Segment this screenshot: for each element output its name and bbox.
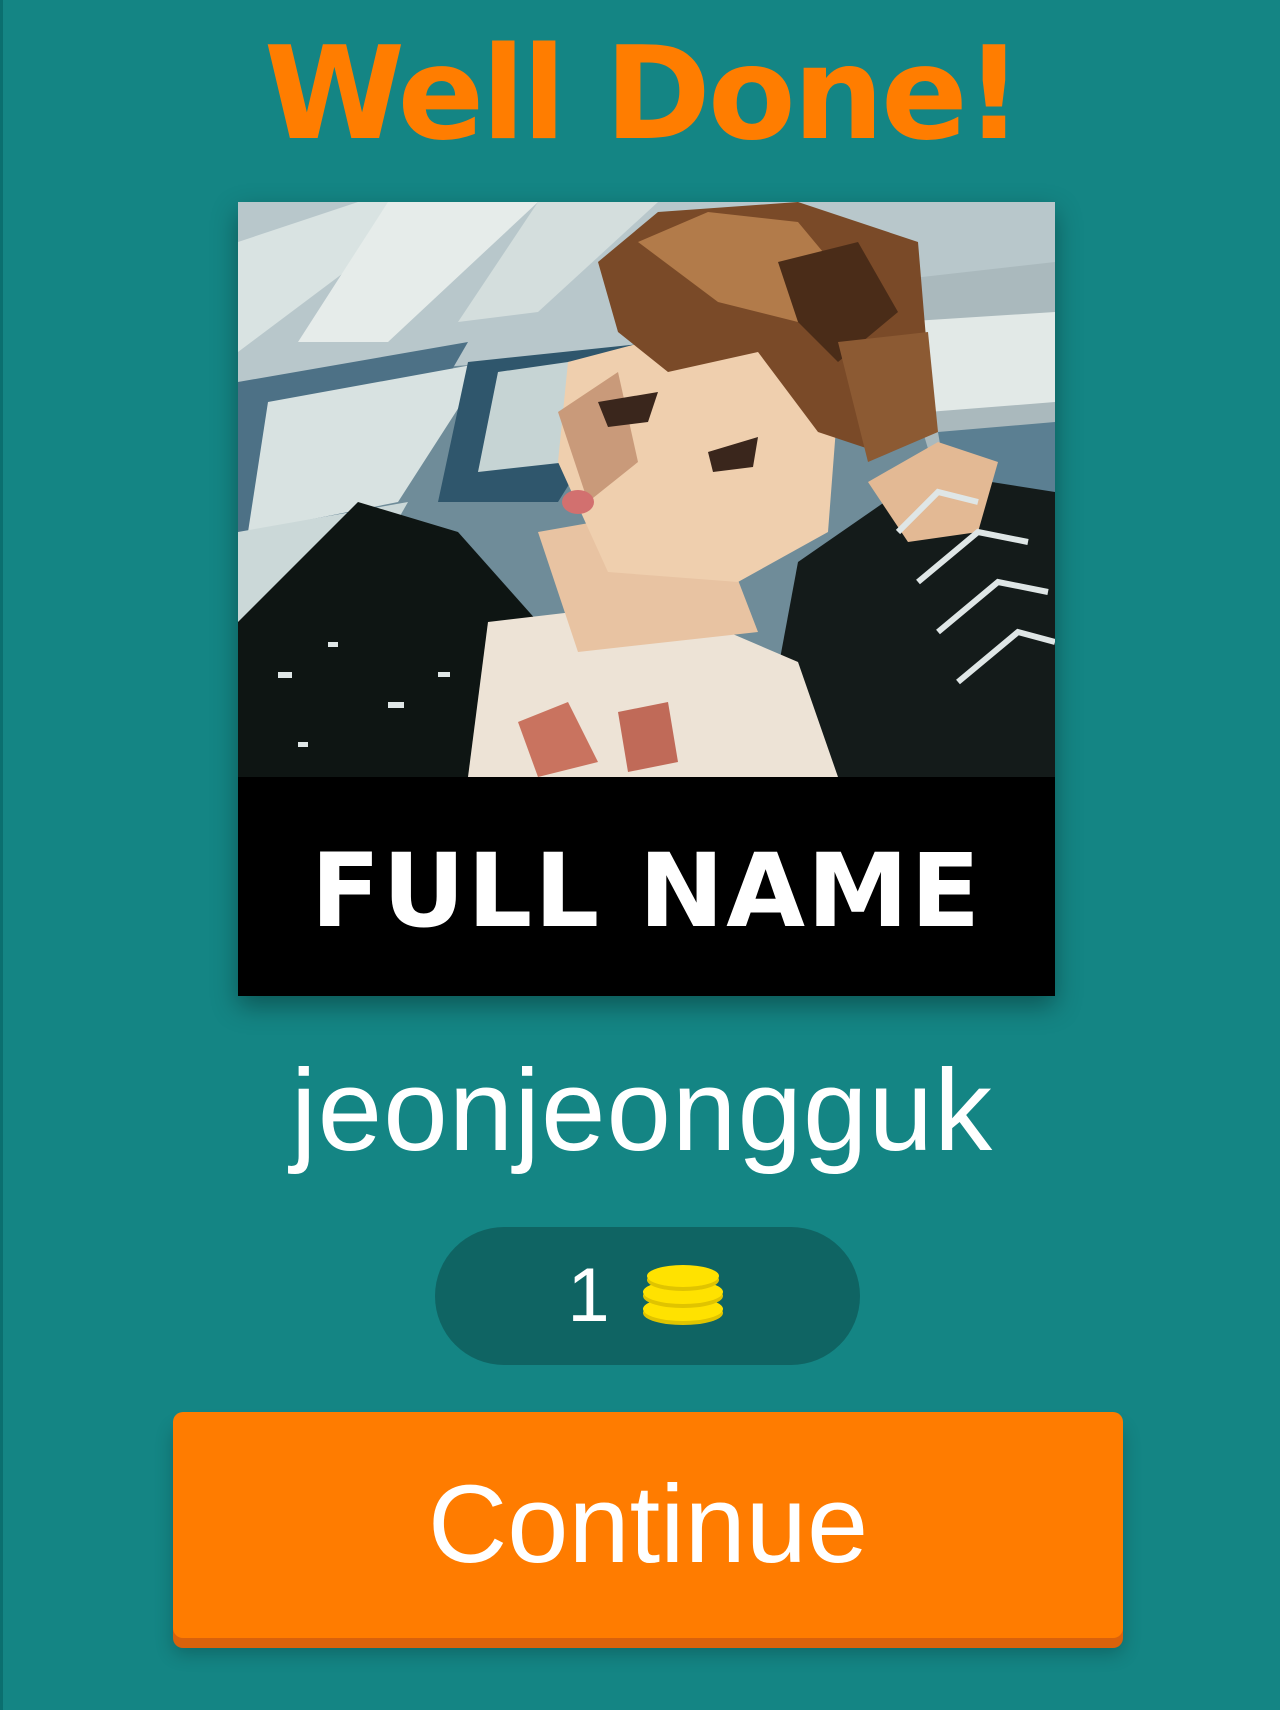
image-caption: FULL NAME (310, 832, 983, 951)
puzzle-image-card: FULL NAME (238, 202, 1055, 996)
quiz-result-screen: Well Done! FULL NAME jeonjeongguk 1 Cont… (3, 0, 1280, 1710)
answer-text: jeonjeongguk (290, 1045, 994, 1175)
puzzle-photo (238, 202, 1055, 777)
page-title: Well Done! (263, 20, 1023, 169)
coin-stack-icon (642, 1265, 723, 1325)
continue-button[interactable]: Continue (173, 1412, 1123, 1638)
reward-amount: 1 (567, 1253, 610, 1338)
image-caption-bar: FULL NAME (238, 777, 1055, 996)
reward-badge: 1 (435, 1227, 860, 1365)
